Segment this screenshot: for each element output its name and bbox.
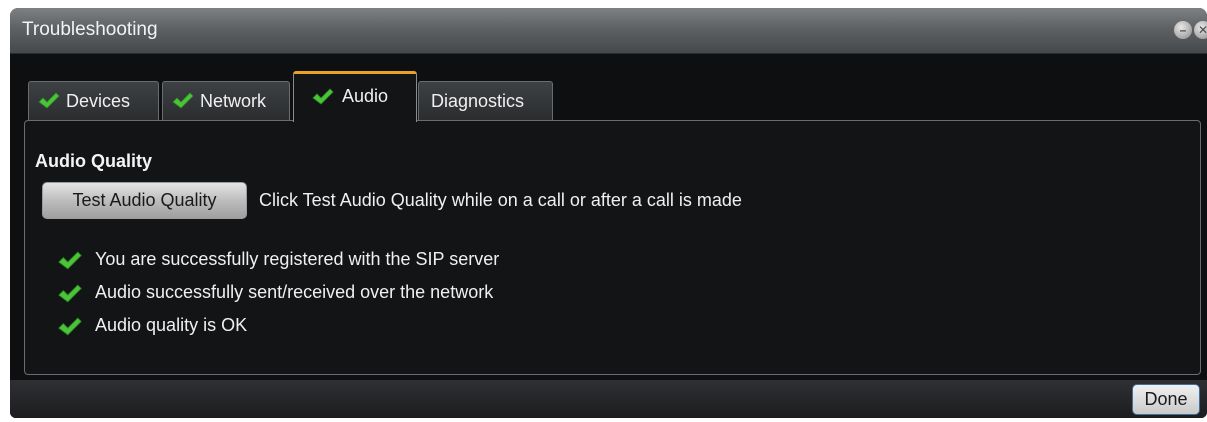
section-title: Audio Quality xyxy=(35,151,152,171)
check-icon xyxy=(172,92,194,109)
tab-audio[interactable]: Audio xyxy=(293,71,417,122)
footer-bar: Done xyxy=(10,380,1207,418)
status-text: You are successfully registered with the… xyxy=(95,249,500,269)
tab-network[interactable]: Network xyxy=(162,81,290,121)
tab-diagnostics[interactable]: Diagnostics xyxy=(418,81,553,121)
check-icon xyxy=(58,251,82,270)
status-text: Audio successfully sent/received over th… xyxy=(95,282,494,302)
tab-label: Devices xyxy=(66,91,131,111)
check-icon xyxy=(38,92,60,109)
check-icon xyxy=(312,88,334,105)
tab-label: Diagnostics xyxy=(431,91,525,111)
minimize-icon[interactable]: – xyxy=(1174,21,1192,39)
hint-text: Click Test Audio Quality while on a call… xyxy=(259,190,742,210)
check-icon xyxy=(58,317,82,336)
check-icon xyxy=(58,284,82,303)
close-icon[interactable]: ✕ xyxy=(1194,21,1207,39)
tab-label: Network xyxy=(200,91,267,111)
status-text: Audio quality is OK xyxy=(95,315,248,335)
troubleshooting-window: Troubleshooting – ✕ Devices Network Audi… xyxy=(10,8,1207,418)
window-title: Troubleshooting xyxy=(22,19,158,40)
test-audio-quality-button[interactable]: Test Audio Quality xyxy=(42,182,247,219)
tab-label: Audio xyxy=(342,86,389,106)
done-button[interactable]: Done xyxy=(1132,384,1200,415)
audio-panel: Audio Quality Test Audio Quality Click T… xyxy=(24,120,1201,375)
title-bar[interactable]: Troubleshooting – ✕ xyxy=(10,8,1207,54)
tab-devices[interactable]: Devices xyxy=(28,81,159,121)
